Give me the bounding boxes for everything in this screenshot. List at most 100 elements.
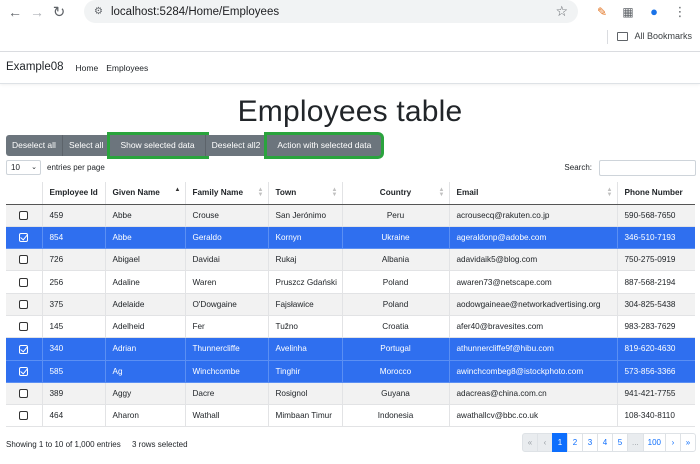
row-select-cell <box>6 404 43 428</box>
cell-id: 726 <box>42 248 106 272</box>
cell-town: San Jerónimo <box>268 204 343 227</box>
cell-id: 389 <box>42 382 106 406</box>
cell-phone: 887-568-2194 <box>617 270 695 294</box>
action-with-selected-data-button[interactable]: Action with selected data <box>267 135 382 156</box>
navbar-brand[interactable]: Example08 <box>6 61 64 73</box>
page-button-first[interactable]: « <box>521 433 538 452</box>
table-info: Showing 1 to 10 of 1,000 entries 3 rows … <box>6 440 197 449</box>
cell-id: 585 <box>42 360 106 383</box>
column-header-label: Family Name <box>192 188 244 198</box>
column-header-employee-id[interactable]: Employee Id <box>42 182 106 205</box>
table-row[interactable]: 256 Adaline Waren Pruszcz Gdański Poland awar… <box>6 270 695 294</box>
cell-town: Pruszcz Gdański <box>268 270 343 294</box>
sort-ascending-icon: ▲ <box>174 187 181 193</box>
table-row[interactable]: 585 Ag Winchcombe Tinghir Morocco awinchcombe… <box>6 360 695 383</box>
select-all-button[interactable]: Select all <box>62 135 111 156</box>
back-arrow-icon[interactable]: ← <box>4 1 26 23</box>
rows-selected-text: 3 rows selected <box>131 440 188 449</box>
cell-id: 256 <box>42 270 106 294</box>
cell-phone: 108-340-8110 <box>617 404 695 428</box>
column-header-country[interactable]: Country ▲ ▼ <box>342 182 450 205</box>
row-checkbox[interactable] <box>19 366 29 376</box>
cell-given: Adelaide <box>105 293 186 316</box>
extensions-puzzle-icon[interactable]: ▦ <box>618 2 638 22</box>
reload-icon[interactable]: ↻ <box>48 1 70 23</box>
page-button-100[interactable]: 100 <box>642 433 666 452</box>
entries-per-page-select[interactable]: 10 ⌄ <box>6 160 41 175</box>
row-checkbox[interactable] <box>19 411 29 421</box>
column-header-phone-number[interactable]: Phone Number <box>617 182 695 205</box>
cell-given: Adelheid <box>105 315 186 339</box>
cell-family: Waren <box>185 270 269 294</box>
all-bookmarks-button[interactable]: All Bookmarks <box>617 31 692 41</box>
cell-given: Abigael <box>105 248 186 272</box>
bookmark-star-icon[interactable]: ☆ <box>555 3 568 20</box>
cell-email: adacreas@china.com.cn <box>449 382 618 406</box>
table-row[interactable]: 726 Abigael Davidai Rukaj Albania adavidaik5@… <box>6 248 695 272</box>
table-info-text: Showing 1 to 10 of 1,000 entries <box>6 440 121 449</box>
row-select-cell <box>6 315 43 339</box>
nav-link-home[interactable]: Home <box>76 63 99 73</box>
cell-phone: 941-421-7755 <box>617 382 695 406</box>
page-button-last[interactable]: » <box>680 433 696 452</box>
search-input[interactable] <box>599 160 696 176</box>
cell-email: ageraldonp@adobe.com <box>449 226 618 250</box>
page-button-5[interactable]: 5 <box>611 433 628 452</box>
cell-email: awinchcombeg8@istockphoto.com <box>449 360 618 383</box>
cell-country: Portugal <box>342 337 450 361</box>
page-button-next[interactable]: › <box>665 433 681 452</box>
row-checkbox[interactable] <box>19 210 29 220</box>
cell-phone: 819-620-4630 <box>617 337 695 361</box>
table-row[interactable]: 459 Abbe Crouse San Jerónimo Peru acrousecq@r… <box>6 204 695 227</box>
column-header-given-name[interactable]: Given Name ▲ <box>105 182 186 205</box>
deselect-all2-button[interactable]: Deselect all2 <box>205 135 268 156</box>
site-info-icon[interactable]: ⚙ <box>94 6 103 17</box>
column-header-town[interactable]: Town ▲ ▼ <box>268 182 343 205</box>
row-checkbox[interactable] <box>19 255 29 265</box>
cell-town: Tinghir <box>268 360 343 383</box>
table-button-group: Deselect all Select all Show selected da… <box>6 135 382 156</box>
table-row[interactable]: 340 Adrian Thunnercliffe Avelinha Portugal at… <box>6 337 695 361</box>
address-bar[interactable]: ⚙ localhost:5284/Home/Employees ☆ <box>84 0 578 23</box>
nav-link-employees[interactable]: Employees <box>106 63 148 73</box>
sort-icon: ▲ ▼ <box>257 187 264 198</box>
cell-family: Geraldo <box>185 226 269 250</box>
page-button-3[interactable]: 3 <box>581 433 598 452</box>
cell-country: Morocco <box>342 360 450 383</box>
row-checkbox[interactable] <box>19 300 29 309</box>
row-checkbox[interactable] <box>19 389 29 399</box>
column-header-family-name[interactable]: Family Name ▲ ▼ <box>185 182 269 205</box>
cell-email: aodowgaineae@networkadvertising.org <box>449 293 618 316</box>
browser-menu-icon[interactable]: ⋮ <box>670 2 690 22</box>
row-checkbox[interactable] <box>19 344 29 354</box>
row-select-cell <box>6 226 43 250</box>
cell-given: Abbe <box>105 226 186 250</box>
cell-town: Tužno <box>268 315 343 339</box>
cell-town: Mimbaan Timur <box>268 404 343 428</box>
table-row[interactable]: 854 Abbe Geraldo Kornyn Ukraine ageraldonp@ad… <box>6 226 695 250</box>
deselect-all-button[interactable]: Deselect all <box>6 135 63 156</box>
column-header-label: Phone Number <box>624 188 683 198</box>
row-checkbox[interactable] <box>19 277 29 287</box>
show-selected-data-button[interactable]: Show selected data <box>110 135 206 156</box>
table-row[interactable]: 375 Adelaide O'Dowgaine Fajsławice Poland aod… <box>6 293 695 316</box>
table-row[interactable]: 464 Aharon Wathall Mimbaan Timur Indonesia aw… <box>6 404 695 428</box>
row-checkbox[interactable] <box>19 233 29 243</box>
forward-arrow-icon[interactable]: → <box>26 1 48 23</box>
pen-extension-icon[interactable]: ✎ <box>592 2 612 22</box>
page-button-1[interactable]: 1 <box>551 433 568 452</box>
cell-phone: 304-825-5438 <box>617 293 695 316</box>
sort-icon: ▲ ▼ <box>331 187 338 198</box>
profile-avatar-icon[interactable]: ● <box>644 2 664 22</box>
page-button-4[interactable]: 4 <box>596 433 613 452</box>
page-button-2[interactable]: 2 <box>566 433 583 452</box>
column-header-label: Town <box>275 188 297 198</box>
row-checkbox[interactable] <box>19 322 29 332</box>
cell-family: Wathall <box>185 404 269 428</box>
column-header-email[interactable]: Email ▲ ▼ <box>449 182 618 205</box>
page-button-previous[interactable]: ‹ <box>536 433 553 452</box>
column-header-label: Given Name <box>112 188 160 198</box>
table-row[interactable]: 145 Adelheid Fer Tužno Croatia afer40@bravesi… <box>6 315 695 339</box>
cell-email: awathallcv@bbc.co.uk <box>449 404 618 428</box>
table-row[interactable]: 389 Aggy Dacre Rosignol Guyana adacreas@china… <box>6 382 695 406</box>
